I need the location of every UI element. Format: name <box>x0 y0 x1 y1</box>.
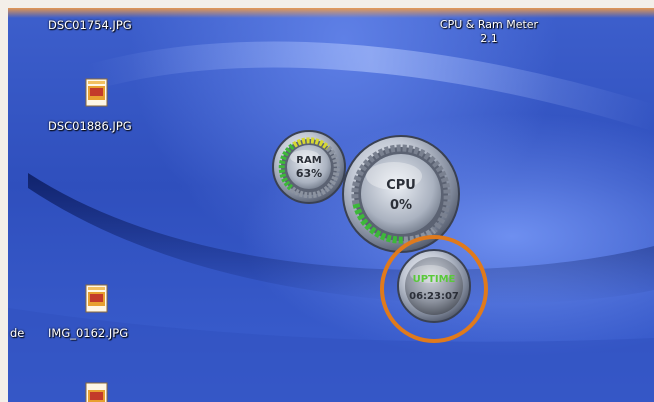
cpu-dial[interactable] <box>342 135 460 253</box>
desktop: DSC01754.JPG DSC01886.JPG de IMG_0162.JP… <box>8 8 654 402</box>
uptime-value: 06:23:07 <box>409 291 459 302</box>
cpu-label: CPU <box>386 178 416 193</box>
cpu-value: 0% <box>390 198 412 213</box>
ram-label: RAM <box>296 155 321 166</box>
uptime-label: UPTIME <box>413 274 456 285</box>
ram-value: 63% <box>296 167 322 180</box>
uptime-dial[interactable] <box>397 249 471 323</box>
cpu-ram-meter-gadget[interactable]: CPU 0% RAM 63% UPTIME 06:23:07 <box>8 8 654 402</box>
